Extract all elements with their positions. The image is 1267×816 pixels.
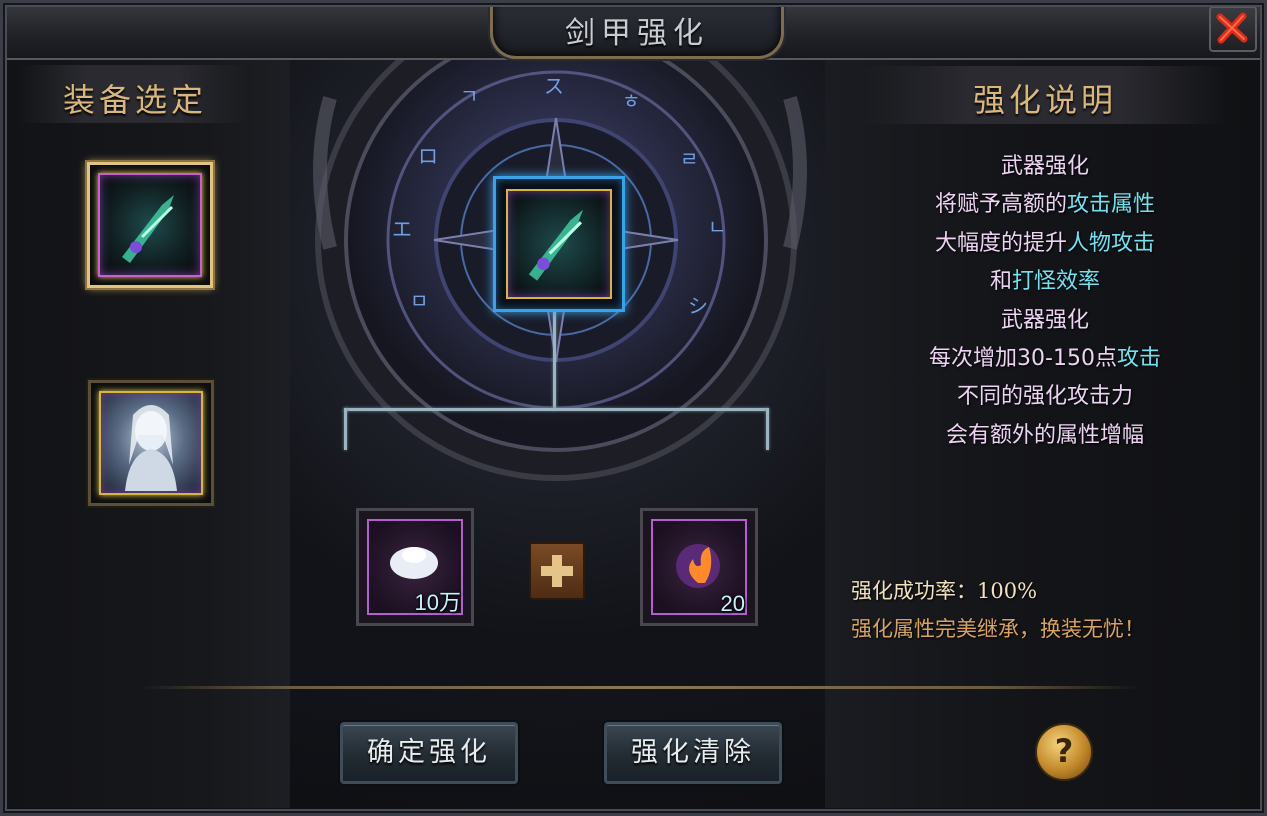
svg-text:ㄹ: ㄹ	[680, 147, 698, 171]
description-line: 和打怪效率	[860, 263, 1230, 301]
description-line: 武器强化	[860, 302, 1230, 340]
description-segment: 每次增加30-150点	[929, 345, 1117, 371]
close-icon	[1216, 12, 1248, 44]
svg-text:ㅎ: ㅎ	[622, 89, 640, 113]
inherit-note: 强化属性完美继承，换装无忧！	[851, 617, 1145, 641]
description-segment: 武器强化	[1000, 307, 1089, 333]
svg-text:シ: シ	[688, 294, 708, 318]
connector-line	[553, 306, 556, 410]
armor-item	[99, 391, 203, 495]
success-rate: 强化成功率：100%	[851, 579, 1038, 603]
svg-text:ㄱ: ㄱ	[460, 84, 478, 108]
connector-line	[766, 408, 769, 450]
material-slot-stone[interactable]: 20	[640, 508, 758, 626]
svg-text:ㅁ: ㅁ	[410, 289, 428, 313]
weapon-item	[98, 173, 202, 277]
highlight-text: 打怪效率	[1012, 269, 1101, 295]
confirm-enhance-button[interactable]: 确定强化	[340, 722, 518, 784]
description-line: 不同的强化攻击力	[860, 378, 1230, 416]
description-segment: 武器强化	[1000, 154, 1089, 179]
character-portrait-icon	[125, 405, 177, 491]
description-segment: 将赋予高额的	[934, 192, 1067, 218]
description-segment: 会有额外的属性增幅	[945, 422, 1144, 448]
description-line: 武器强化	[860, 148, 1230, 186]
material-count: 10万	[414, 590, 461, 615]
material-count: 20	[720, 591, 745, 616]
description-line: 会有额外的属性增幅	[860, 417, 1230, 455]
description-text: 武器强化 将赋予高额的攻击属性 大幅度的提升人物攻击 和打怪效率 武器强化 每次增加30-…	[860, 148, 1230, 455]
description-line: 将赋予高额的攻击属性	[860, 186, 1230, 224]
description-segment: 大幅度的提升	[934, 230, 1067, 256]
window-title: 剑甲强化	[565, 16, 709, 51]
help-button[interactable]: ?	[1035, 723, 1093, 781]
equipment-title: 装备选定	[62, 81, 207, 119]
equipment-slot-armor[interactable]	[88, 380, 214, 506]
highlight-text: 攻击属性	[1067, 192, 1156, 218]
svg-text:エ: エ	[392, 217, 412, 241]
highlight-text: 攻击	[1116, 345, 1161, 371]
plus-icon	[529, 542, 585, 600]
svg-text:ス: ス	[544, 74, 564, 98]
equipment-slot-weapon[interactable]	[87, 162, 213, 288]
sword-icon	[122, 195, 174, 263]
clear-enhance-button[interactable]: 强化清除	[604, 722, 782, 784]
close-button[interactable]	[1209, 6, 1257, 52]
enhance-target-slot[interactable]	[493, 176, 625, 312]
sword-icon	[528, 209, 583, 281]
svg-text:ロ: ロ	[418, 144, 438, 168]
description-line: 大幅度的提升人物攻击	[860, 225, 1230, 263]
material-slot-silver[interactable]: 10万	[356, 508, 474, 626]
description-segment: 不同的强化攻击力	[956, 384, 1133, 410]
title-plate: 剑甲强化	[490, 0, 784, 59]
target-weapon-item	[506, 189, 612, 299]
svg-text:ㄴ: ㄴ	[708, 215, 726, 239]
description-segment: 和	[989, 269, 1012, 295]
description-line: 每次增加30-150点攻击	[860, 340, 1230, 378]
highlight-text: 人物攻击	[1067, 230, 1156, 256]
connector-line	[344, 408, 768, 411]
divider	[140, 686, 1140, 689]
connector-line	[344, 408, 347, 450]
enhance-window: ㄱ スㅎ ロ ㄹ エ ㄴ ㅁ シ 剑甲强化 装备选定 10万 20 强化说明 武器强化 …	[0, 0, 1267, 816]
description-title: 强化说明	[972, 81, 1117, 119]
